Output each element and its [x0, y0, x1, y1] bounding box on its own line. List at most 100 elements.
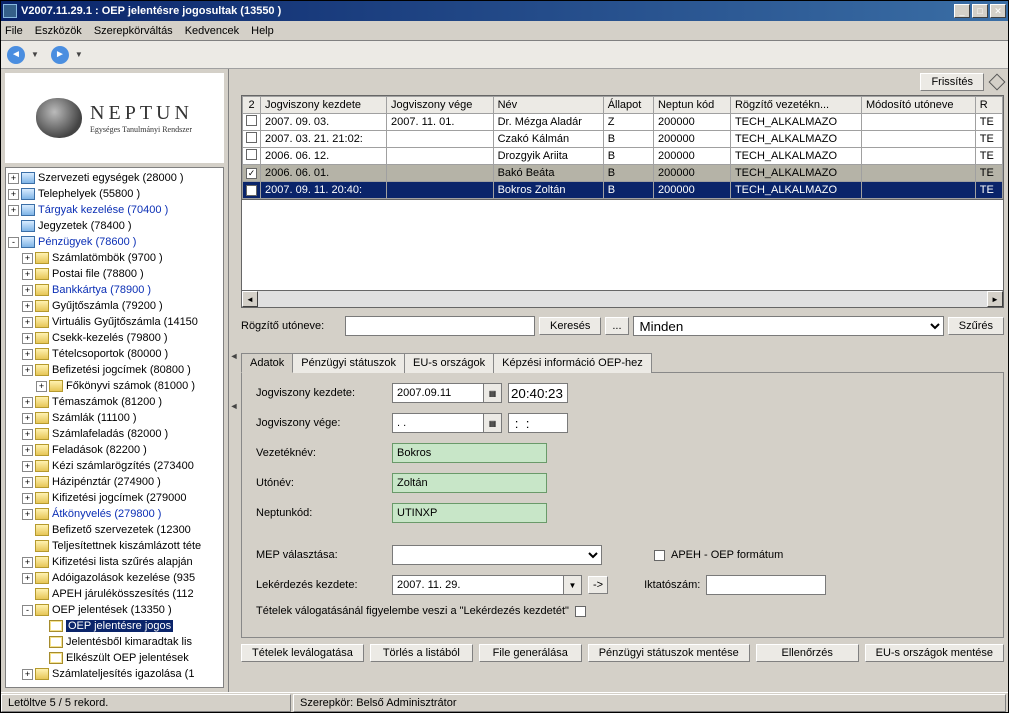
expander-icon[interactable]: +: [22, 429, 33, 440]
mep-select[interactable]: [392, 545, 602, 565]
row-checkbox[interactable]: [246, 132, 257, 143]
tree-node[interactable]: +Virtuális Gyűjtőszámla (14150: [8, 314, 221, 330]
tree-node[interactable]: +Átkönyvelés (279800 ): [8, 506, 221, 522]
apeh-checkbox[interactable]: [654, 550, 665, 561]
expander-icon[interactable]: +: [22, 557, 33, 568]
filter-select[interactable]: Minden: [633, 316, 944, 336]
go-button[interactable]: ->: [588, 576, 608, 594]
column-header[interactable]: Név: [493, 97, 603, 114]
refresh-button[interactable]: Frissítés: [920, 73, 984, 91]
filter-input[interactable]: [345, 316, 535, 336]
expander-icon[interactable]: +: [8, 205, 19, 216]
expander-icon[interactable]: +: [22, 301, 33, 312]
row-checkbox[interactable]: ✓: [246, 168, 257, 179]
expander-icon[interactable]: +: [22, 413, 33, 424]
btn-eu-mentes[interactable]: EU-s országok mentése: [865, 644, 1004, 662]
tree-node[interactable]: +Tételcsoportok (80000 ): [8, 346, 221, 362]
nav-forward-button[interactable]: ►: [51, 46, 69, 64]
jogviszony-vege-time[interactable]: [508, 413, 568, 433]
tree-node[interactable]: +Postai file (78800 ): [8, 266, 221, 282]
menu-role[interactable]: Szerepkörváltás: [94, 25, 173, 37]
tab-adatok[interactable]: Adatok: [241, 353, 293, 373]
expander-icon[interactable]: [36, 637, 47, 648]
expander-icon[interactable]: [22, 541, 33, 552]
more-button[interactable]: ...: [605, 317, 628, 335]
btn-penzugyi-mentes[interactable]: Pénzügyi státuszok mentése: [588, 644, 750, 662]
nav-back-button[interactable]: ◄: [7, 46, 25, 64]
tree-node[interactable]: +Főkönyvi számok (81000 ): [8, 378, 221, 394]
neptunkod-field[interactable]: UTINXP: [392, 503, 547, 523]
expander-icon[interactable]: +: [22, 397, 33, 408]
nav-tree[interactable]: +Szervezeti egységek (28000 )+Telephelye…: [5, 167, 224, 688]
expander-icon[interactable]: +: [8, 189, 19, 200]
column-header[interactable]: Rögzítő vezetékn...: [730, 97, 861, 114]
nav-forward-dropdown[interactable]: ▼: [75, 50, 83, 59]
column-header[interactable]: Módosító utóneve: [861, 97, 975, 114]
tree-node[interactable]: +Számlafeladás (82000 ): [8, 426, 221, 442]
tree-node[interactable]: +Befizetési jogcímek (80800 ): [8, 362, 221, 378]
tab-kepzesi[interactable]: Képzési információ OEP-hez: [493, 353, 652, 373]
vezeteknev-field[interactable]: Bokros: [392, 443, 547, 463]
tree-node[interactable]: Elkészült OEP jelentések: [8, 650, 221, 666]
tab-eu[interactable]: EU-s országok: [404, 353, 494, 373]
filter-button[interactable]: Szűrés: [948, 317, 1004, 335]
tree-node[interactable]: +Témaszámok (81200 ): [8, 394, 221, 410]
tree-node[interactable]: +Házipénztár (274900 ): [8, 474, 221, 490]
expander-icon[interactable]: -: [8, 237, 19, 248]
row-checkbox[interactable]: [246, 115, 257, 126]
expander-icon[interactable]: +: [22, 669, 33, 680]
tree-node[interactable]: +Csekk-kezelés (79800 ): [8, 330, 221, 346]
expander-icon[interactable]: [22, 525, 33, 536]
btn-torles[interactable]: Törlés a listából: [370, 644, 473, 662]
expander-icon[interactable]: +: [22, 253, 33, 264]
tree-node[interactable]: +Telephelyek (55800 ): [8, 186, 221, 202]
tree-node[interactable]: Befizető szervezetek (12300: [8, 522, 221, 538]
close-button[interactable]: ✕: [990, 4, 1006, 18]
tab-penzugyi[interactable]: Pénzügyi státuszok: [292, 353, 405, 373]
utonev-field[interactable]: Zoltán: [392, 473, 547, 493]
scroll-left-button[interactable]: ◄: [242, 291, 258, 307]
expander-icon[interactable]: +: [22, 493, 33, 504]
nav-back-dropdown[interactable]: ▼: [31, 50, 39, 59]
column-header[interactable]: Állapot: [603, 97, 653, 114]
table-row[interactable]: 2007. 09. 03.2007. 11. 01.Dr. Mézga Alad…: [243, 114, 1003, 131]
lekerdezes-date[interactable]: 2007. 11. 29.▼: [392, 575, 582, 595]
table-row[interactable]: 2006. 06. 12.Drozgyik AriitaB200000TECH_…: [243, 148, 1003, 165]
expander-icon[interactable]: +: [22, 509, 33, 520]
expander-icon[interactable]: [36, 621, 47, 632]
column-header[interactable]: 2: [243, 97, 261, 114]
table-row[interactable]: ✓2006. 06. 01.Bakó BeátaB200000TECH_ALKA…: [243, 165, 1003, 182]
maximize-button[interactable]: □: [972, 4, 988, 18]
tree-node[interactable]: Teljesítettnek kiszámlázott téte: [8, 538, 221, 554]
expander-icon[interactable]: +: [22, 573, 33, 584]
table-row[interactable]: 2007. 03. 21. 21:02:Czakó KálmánB200000T…: [243, 131, 1003, 148]
btn-tetelek[interactable]: Tételek leválogatása: [241, 644, 364, 662]
column-header[interactable]: Neptun kód: [653, 97, 730, 114]
scroll-right-button[interactable]: ►: [987, 291, 1003, 307]
menu-fav[interactable]: Kedvencek: [185, 25, 239, 37]
data-grid[interactable]: 2Jogviszony kezdeteJogviszony végeNévÁll…: [241, 95, 1004, 200]
tree-node[interactable]: +Számlák (11100 ): [8, 410, 221, 426]
expander-icon[interactable]: -: [22, 605, 33, 616]
expander-icon[interactable]: [22, 589, 33, 600]
expander-icon[interactable]: +: [22, 365, 33, 376]
expander-icon[interactable]: +: [8, 173, 19, 184]
expander-icon[interactable]: [36, 653, 47, 664]
jogviszony-kezdete-date[interactable]: 2007.09.11▦: [392, 383, 502, 403]
pin-icon[interactable]: [990, 75, 1004, 89]
tree-node[interactable]: +Tárgyak kezelése (70400 ): [8, 202, 221, 218]
expander-icon[interactable]: +: [36, 381, 47, 392]
search-button[interactable]: Keresés: [539, 317, 601, 335]
btn-ellenorzes[interactable]: Ellenőrzés: [756, 644, 859, 662]
tree-node[interactable]: +Gyűjtőszámla (79200 ): [8, 298, 221, 314]
row-checkbox[interactable]: [246, 149, 257, 160]
expander-icon[interactable]: [8, 221, 19, 232]
tree-node[interactable]: OEP jelentésre jogos: [8, 618, 221, 634]
menu-file[interactable]: File: [5, 25, 23, 37]
column-header[interactable]: R: [975, 97, 1002, 114]
jogviszony-kezdete-time[interactable]: [508, 383, 568, 403]
tree-node[interactable]: Jelentésből kimaradtak lis: [8, 634, 221, 650]
tree-node[interactable]: +Bankkártya (78900 ): [8, 282, 221, 298]
minimize-button[interactable]: _: [954, 4, 970, 18]
tree-node[interactable]: +Kifizetési jogcímek (279000: [8, 490, 221, 506]
